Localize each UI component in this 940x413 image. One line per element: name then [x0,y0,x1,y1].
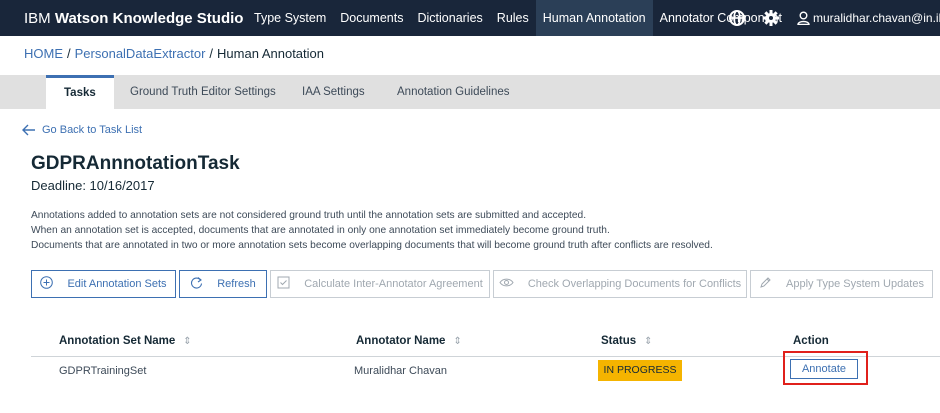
info-line: Documents that are annotated in two or m… [31,240,713,251]
column-header-label: Annotation Set Name [59,335,176,347]
app-brand[interactable]: IBM Watson Knowledge Studio [24,10,243,27]
globe-icon[interactable] [728,9,746,27]
brand-prefix: IBM [24,10,51,27]
user-menu[interactable]: muralidhar.chavan@in.ibm.co [797,0,940,36]
column-header-label: Status [601,335,637,347]
column-header-annotator-name[interactable]: Annotator Name ⇕ [356,335,462,347]
sort-icon: ⇕ [453,336,462,347]
back-to-task-list-link[interactable]: Go Back to Task List [22,124,142,136]
calculate-iaa-label: Calculate Inter-Annotator Agreement [304,278,483,290]
status-badge: IN PROGRESS [598,360,682,381]
refresh-icon [190,276,217,292]
breadcrumb-project[interactable]: PersonalDataExtractor [75,46,206,61]
sort-icon: ⇕ [183,336,192,347]
breadcrumb-home[interactable]: HOME [24,46,63,61]
top-nav-bar: IBM Watson Knowledge Studio Type System … [0,0,940,36]
nav-type-system[interactable]: Type System [247,0,333,36]
info-line: When an annotation set is accepted, docu… [31,225,610,236]
tab-bar: Tasks Ground Truth Editor Settings IAA S… [0,75,940,109]
pen-icon [759,276,786,292]
tab-iaa-settings[interactable]: IAA Settings [302,75,365,109]
nav-human-annotation[interactable]: Human Annotation [535,0,653,36]
check-square-icon [277,276,304,292]
breadcrumb-separator: / [67,46,71,61]
tab-ground-truth-editor-settings[interactable]: Ground Truth Editor Settings [130,75,276,109]
add-circle-icon [40,276,67,292]
column-header-annotation-set-name[interactable]: Annotation Set Name ⇕ [59,335,192,347]
column-header-label: Annotator Name [356,335,446,347]
calculate-iaa-button[interactable]: Calculate Inter-Annotator Agreement [270,270,490,298]
brand-name: Watson Knowledge Studio [54,10,244,27]
breadcrumb-current: Human Annotation [217,46,324,61]
tab-annotation-guidelines[interactable]: Annotation Guidelines [397,75,510,109]
user-icon [797,11,813,26]
info-line: Annotations added to annotation sets are… [31,210,587,221]
gear-icon[interactable] [762,9,780,27]
cell-annotator-name: Muralidhar Chavan [354,365,447,377]
edit-annotation-sets-button[interactable]: Edit Annotation Sets [31,270,176,298]
back-link-label: Go Back to Task List [42,124,143,136]
column-header-action: Action [793,335,829,347]
apply-type-system-updates-label: Apply Type System Updates [786,278,924,290]
check-overlapping-button[interactable]: Check Overlapping Documents for Conflict… [493,270,747,298]
breadcrumb-separator: / [209,46,214,61]
task-deadline: Deadline: 10/16/2017 [31,178,155,193]
main-nav: Type System Documents Dictionaries Rules… [247,0,789,36]
sort-icon: ⇕ [644,336,653,347]
nav-documents[interactable]: Documents [333,0,410,36]
refresh-label: Refresh [217,278,256,290]
nav-dictionaries[interactable]: Dictionaries [410,0,489,36]
check-overlapping-label: Check Overlapping Documents for Conflict… [527,278,742,290]
nav-rules[interactable]: Rules [490,0,536,36]
cell-annotation-set-name: GDPRTrainingSet [59,365,147,377]
task-title: GDPRAnnnotationTask [31,153,240,174]
column-header-status[interactable]: Status ⇕ [601,335,653,347]
tab-tasks[interactable]: Tasks [46,75,114,109]
breadcrumb: HOME / PersonalDataExtractor / Human Annotat… [24,46,324,61]
edit-annotation-sets-label: Edit Annotation Sets [67,278,167,290]
refresh-button[interactable]: Refresh [179,270,267,298]
user-email: muralidhar.chavan@in.ibm.co [813,11,940,25]
apply-type-system-updates-button[interactable]: Apply Type System Updates [750,270,933,298]
eye-icon [499,277,528,291]
info-text: Annotations added to annotation sets are… [31,208,713,253]
arrow-left-icon [22,124,42,136]
annotate-button[interactable]: Annotate [790,359,858,379]
